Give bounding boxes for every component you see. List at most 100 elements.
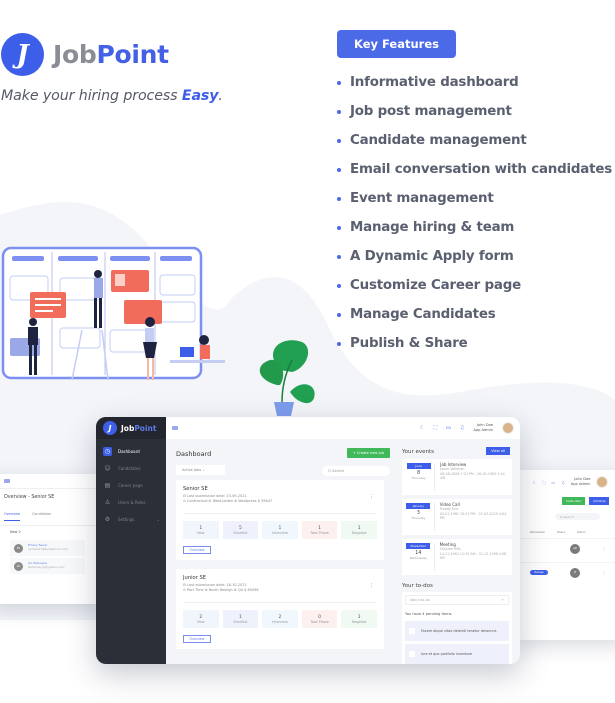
stat-negotiation[interactable]: 1 Negotiat: [341, 610, 377, 628]
candidate-card[interactable]: ES Emery Sauer nerdus47@bybeecom.com: [10, 540, 85, 556]
bell-icon[interactable]: ♫: [561, 480, 565, 485]
candidate-email: ladoniae.gr@yahoo.com: [28, 565, 65, 569]
stat-new[interactable]: 1 New: [183, 521, 219, 539]
bullet-icon: [337, 167, 341, 172]
user-info[interactable]: John Doe App Admin: [473, 423, 493, 433]
candidate-email: nerdus47@bybeecom.com: [28, 547, 69, 551]
feature-label: Customize Career page: [350, 278, 521, 293]
candidate-card[interactable]: AD Ari Dubuque ladoniae.gr@yahoo.com: [10, 558, 85, 574]
menu-icon[interactable]: [172, 426, 178, 430]
sidebar-item-candidates[interactable]: ☺ Candidates: [96, 460, 166, 477]
event-card[interactable]: November 14 Wednesday Meeting Shaylee Hi…: [402, 539, 512, 575]
tab-candidates[interactable]: Candidates: [32, 512, 51, 521]
dark-mode-icon[interactable]: ☾: [533, 480, 537, 485]
feature-item: Job post management: [337, 97, 612, 126]
fullscreen-icon[interactable]: ⛶: [543, 480, 546, 485]
stat-shortlist[interactable]: 1 Shortlist: [222, 610, 259, 628]
key-features-button[interactable]: Key Features: [337, 30, 456, 58]
row-action-icon[interactable]: ⋮: [602, 570, 606, 575]
overview-button[interactable]: Overview: [183, 546, 211, 554]
candidate-avatar: ES: [14, 543, 23, 553]
candidate-info: Ari Dubuque ladoniae.gr@yahoo.com: [28, 562, 64, 569]
language-selector[interactable]: EN: [446, 426, 451, 430]
job-menu-icon[interactable]: ⋮: [369, 494, 374, 500]
sidebar-item-label: Candidates: [118, 466, 141, 471]
overview-topbar: [0, 474, 105, 489]
event-info: Meeting Shaylee Hills 14-11-1984 12:35 A…: [435, 542, 509, 571]
column-action: Action: [576, 530, 586, 534]
stat-label: Interview: [272, 530, 288, 535]
settings-icon: ⚙: [104, 516, 111, 523]
stat-task-phase[interactable]: 1 Task Phase: [301, 521, 338, 539]
bullet-icon: [337, 341, 341, 346]
sidebar-item-settings[interactable]: ⚙ Settings ⌄: [96, 511, 166, 528]
event-month: January: [406, 503, 431, 509]
user-avatar[interactable]: [596, 476, 609, 488]
permission-badge: Manage: [530, 570, 548, 575]
dark-mode-icon[interactable]: ☾: [420, 425, 424, 431]
user-avatar[interactable]: [502, 422, 514, 434]
brand-name-point: Point: [96, 40, 169, 69]
stat-shortlist[interactable]: 5 Shortlist: [222, 521, 259, 539]
todo-checkbox[interactable]: [409, 651, 415, 657]
event-date: January 3 Thursday: [405, 503, 435, 531]
stat-task-phase[interactable]: 0 Task Phase: [301, 610, 338, 628]
logo-job: Job: [121, 423, 135, 433]
feature-item: Manage hiring & team: [337, 213, 612, 242]
menu-icon[interactable]: [4, 479, 10, 483]
sidebar-item-users-roles[interactable]: ♙ Users & Roles: [96, 494, 166, 511]
stat-interview[interactable]: 1 Interview: [262, 521, 298, 539]
feature-item: Email conversation with candidates: [337, 155, 612, 184]
job-search-input[interactable]: Q Search: [322, 466, 390, 476]
sidebar-item-label: Dashboard: [118, 449, 140, 454]
event-info: Video Call Freddy Kris 03-01-1981 10:23 …: [435, 502, 509, 531]
feature-label: Candidate management: [350, 133, 527, 148]
bell-icon[interactable]: ♫: [460, 425, 464, 431]
language-icon[interactable]: ▭: [551, 480, 555, 485]
promo-banner: J JobPoint Make your hiring process Easy…: [0, 0, 615, 703]
view-all-events-button[interactable]: View all: [486, 447, 510, 455]
add-todo-input[interactable]: Add a to-do +: [405, 595, 509, 605]
dashboard-content: Dashboard + Create new job Active Jobs ⌄…: [166, 439, 394, 664]
sidebar: J JobPoint ◷ Dashboard ☺ Candidates ▤ Caree…: [96, 417, 166, 664]
sidebar-logo[interactable]: J JobPoint: [96, 417, 166, 439]
overview-button[interactable]: Overview: [183, 635, 211, 643]
stat-label: Negotiat: [351, 619, 367, 624]
feature-label: Publish & Share: [350, 336, 468, 351]
user-avatar: JT: [570, 567, 580, 578]
table-row: AR ⋮: [515, 538, 615, 558]
user-avatar: AR: [570, 543, 580, 554]
feature-item: Informative dashboard: [337, 68, 612, 97]
create-new-job-button[interactable]: + Create new job: [346, 448, 390, 458]
event-card[interactable]: January 3 Thursday Video Call Freddy Kri…: [402, 499, 512, 535]
candidates-icon: ☺: [104, 465, 111, 472]
add-role-button[interactable]: Add Role: [589, 497, 610, 505]
bullet-icon: [337, 196, 341, 201]
job-title[interactable]: Junior SE: [183, 575, 377, 581]
active-jobs-dropdown[interactable]: Active Jobs ⌄: [176, 465, 225, 475]
event-date: November 14 Wednesday: [405, 543, 435, 571]
overview-tabs: Overview Candidates: [0, 506, 105, 526]
pending-count: You have 4 pending items: [402, 608, 512, 620]
bullet-icon: [337, 283, 341, 288]
tagline-end: .: [218, 88, 223, 104]
brand: J JobPoint: [0, 33, 169, 76]
stat-negotiation[interactable]: 1 Negotiat: [341, 521, 377, 539]
fullscreen-icon[interactable]: ⛶: [434, 425, 438, 431]
roles-search-input[interactable]: Q Search: [555, 513, 600, 520]
job-menu-icon[interactable]: ⋮: [369, 583, 374, 589]
feature-list: Informative dashboard Job post managemen…: [337, 68, 612, 358]
invite-user-button[interactable]: Invite User: [562, 497, 586, 505]
add-todo-icon[interactable]: +: [501, 598, 504, 602]
event-card[interactable]: June 8 Thursday Job Interview Jaxon Volk…: [402, 459, 512, 495]
sidebar-item-career-page[interactable]: ▤ Career page: [96, 477, 166, 494]
tab-overview[interactable]: Overview: [4, 512, 20, 521]
sidebar-item-dashboard[interactable]: ◷ Dashboard: [96, 443, 166, 460]
user-info[interactable]: John Doe App Admin: [571, 477, 591, 487]
job-title[interactable]: Senior SE: [183, 486, 377, 492]
todo-checkbox[interactable]: [409, 628, 415, 634]
stat-new[interactable]: 2 New: [183, 610, 219, 628]
stat-interview[interactable]: 2 Interview: [262, 610, 298, 628]
row-action-icon[interactable]: ⋮: [602, 546, 606, 551]
sidebar-item-label: Users & Roles: [118, 500, 146, 505]
